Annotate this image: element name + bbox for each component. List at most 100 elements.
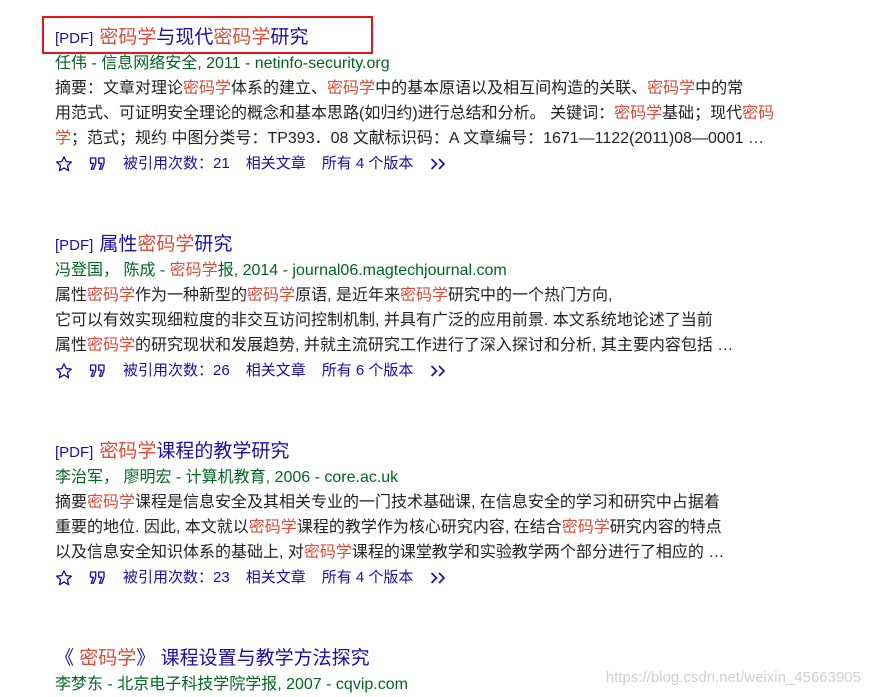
snippet-line: 用范式、可证明安全理论的概念和基本思路(如归约)进行总结和分析。 关键词：密码学… [55,101,855,126]
text-run: 作为一种新型的 [135,287,248,304]
pdf-tag[interactable]: [PDF] [55,444,93,461]
text-run: 属性 [99,234,138,255]
text-run: 研究中的一个热门方向, [447,287,613,304]
title-text[interactable]: 密码学与现代密码学研究 [99,27,308,48]
result-snippet: 摘要：文章对理论密码学体系的建立、密码学中的基本原语以及相互间构造的关联、密码学… [55,76,855,151]
highlight-keyword: 密码学 [137,234,195,255]
highlight-keyword: 密码 [742,105,775,122]
result-actions: 被引用次数：21 相关文章 所有 4 个版本 [55,151,855,177]
text-run: 研究 [194,234,233,255]
search-result: [PDF] 属性密码学研究 冯登国， 陈成 - 密码学报, 2014 - jour… [55,231,855,384]
pdf-tag[interactable]: [PDF] [55,237,93,254]
text-run: 用范式、可证明安全理论的概念和基本思路(如归约)进行总结和分析。 关键词： [55,105,615,122]
text-run: 中的基本原语以及相互间构造的关联、 [375,80,648,97]
cited-by-link[interactable]: 被引用次数：26 [123,358,230,384]
highlight-keyword: 密码学 [213,27,271,48]
star-icon[interactable] [55,362,73,380]
snippet-line: 属性密码学的研究现状和发展趋势, 并就主流研究工作进行了深入探讨和分析, 其主要… [55,333,855,358]
double-chevron-icon[interactable] [429,157,449,171]
text-run: 研究 [270,27,309,48]
text-run: 摘要 [55,494,88,511]
text-run: 摘要：文章对理论 [55,80,184,97]
snippet-line: 摘要：文章对理论密码学体系的建立、密码学中的基本原语以及相互间构造的关联、密码学… [55,76,855,101]
text-run: 原语, 是近年来 [295,287,400,304]
watermark: https://blog.csdn.net/weixin_45663905 [605,669,861,686]
pdf-tag[interactable]: [PDF] [55,30,93,47]
text-run: 重要的地位. 因此, 本文就以 [55,519,249,536]
star-icon[interactable] [55,155,73,173]
text-run: 研究内容的特点 [609,519,722,536]
text-run: 它可以有效实现细粒度的非交互访问控制机制, 并具有广泛的应用前景. 本文系统地论… [55,312,713,329]
snippet-line: 以及信息安全知识体系的基础上, 对密码学课程的课堂教学和实验教学两个部分进行了相… [55,540,855,565]
highlight-keyword: 学 [55,130,72,147]
text-run: ；范式；规约 中图分类号：TP393．08 文献标识码：A 文章编号：1671—… [71,130,764,147]
text-run: 《 [55,648,80,669]
result-title[interactable]: [PDF] 密码学与现代密码学研究 [55,24,855,52]
highlight-keyword: 密码学 [99,27,157,48]
highlight-keyword: 密码学 [399,287,448,304]
related-articles-link[interactable]: 相关文章 [246,565,306,591]
cited-by-link[interactable]: 被引用次数：23 [123,565,230,591]
text-run: 与现代 [156,27,214,48]
title-text[interactable]: 属性密码学研究 [99,234,232,255]
result-actions: 被引用次数：26 相关文章 所有 6 个版本 [55,358,855,384]
snippet-line: 属性密码学作为一种新型的密码学原语, 是近年来密码学研究中的一个热门方向, [55,283,855,308]
title-text[interactable]: 密码学课程的教学研究 [99,441,289,462]
text-run: 任伟 - 信息网络安全, 2011 - netinfo-security.org [55,55,390,72]
snippet-line: 学；范式；规约 中图分类号：TP393．08 文献标识码：A 文章编号：1671… [55,126,855,151]
result-snippet: 摘要密码学课程是信息安全及其相关专业的一门技术基础课, 在信息安全的学习和研究中… [55,490,855,565]
highlight-keyword: 密码学 [303,544,352,561]
highlight-keyword: 密码学 [248,519,297,536]
result-actions: 被引用次数：23 相关文章 所有 4 个版本 [55,565,855,591]
result-snippet: 属性密码学作为一种新型的密码学原语, 是近年来密码学研究中的一个热门方向, 它可… [55,283,855,358]
quote-icon[interactable] [89,156,107,172]
highlight-keyword: 密码学 [87,287,136,304]
highlight-keyword: 密码学 [99,441,157,462]
highlight-keyword: 密码学 [327,80,376,97]
text-run: 报, 2014 - journal06.magtechjournal.com [217,262,507,279]
snippet-line: 摘要密码学课程是信息安全及其相关专业的一门技术基础课, 在信息安全的学习和研究中… [55,490,855,515]
snippet-line: 重要的地位. 因此, 本文就以密码学课程的教学作为核心研究内容, 在结合密码学研… [55,515,855,540]
all-versions-link[interactable]: 所有 6 个版本 [322,358,414,384]
text-run: 中的常 [695,80,744,97]
text-run: 李梦东 - 北京电子科技学院学报, 2007 - cqvip.com [55,676,408,693]
text-run: 体系的建立、 [231,80,328,97]
text-run: 以及信息安全知识体系的基础上, 对 [55,544,304,561]
snippet-line: 它可以有效实现细粒度的非交互访问控制机制, 并具有广泛的应用前景. 本文系统地论… [55,308,855,333]
related-articles-link[interactable]: 相关文章 [246,358,306,384]
text-run: 冯登国， 陈成 - [55,262,170,279]
text-run: 课程的课堂教学和实验教学两个部分进行了相应的 … [351,544,725,561]
text-run: 基础；现代 [662,105,743,122]
highlight-keyword: 密码学 [79,648,137,669]
search-result: [PDF] 密码学课程的教学研究 李治军， 廖明宏 - 计算机教育, 2006 -… [55,438,855,591]
highlight-keyword: 密码学 [87,337,136,354]
highlight-keyword: 密码学 [561,519,610,536]
text-run: 属性 [55,287,88,304]
highlight-keyword: 密码学 [169,262,218,279]
double-chevron-icon[interactable] [429,364,449,378]
double-chevron-icon[interactable] [429,571,449,585]
quote-icon[interactable] [89,363,107,379]
highlight-keyword: 密码学 [87,494,136,511]
text-run: 课程的教学研究 [156,441,290,462]
quote-icon[interactable] [89,570,107,586]
highlight-keyword: 密码学 [183,80,232,97]
result-title[interactable]: [PDF] 密码学课程的教学研究 [55,438,855,466]
text-run: 》 课程设置与教学方法探究 [136,648,370,669]
highlight-keyword: 密码学 [614,105,663,122]
cited-by-link[interactable]: 被引用次数：21 [123,151,230,177]
result-meta: 冯登国， 陈成 - 密码学报, 2014 - journal06.magtech… [55,259,855,283]
all-versions-link[interactable]: 所有 4 个版本 [322,565,414,591]
text-run: 的研究现状和发展趋势, 并就主流研究工作进行了深入探讨和分析, 其主要内容包括 … [135,337,734,354]
title-text[interactable]: 《 密码学》 课程设置与教学方法探究 [55,648,370,669]
text-run: 课程的教学作为核心研究内容, 在结合 [296,519,562,536]
result-meta: 李治军， 廖明宏 - 计算机教育, 2006 - core.ac.uk [55,466,855,490]
text-run: 属性 [55,337,88,354]
result-title[interactable]: [PDF] 属性密码学研究 [55,231,855,259]
all-versions-link[interactable]: 所有 4 个版本 [322,151,414,177]
highlight-keyword: 密码学 [647,80,696,97]
text-run: 李治军， 廖明宏 - 计算机教育, 2006 - core.ac.uk [55,469,399,486]
result-meta: 任伟 - 信息网络安全, 2011 - netinfo-security.org [55,52,855,76]
related-articles-link[interactable]: 相关文章 [246,151,306,177]
star-icon[interactable] [55,569,73,587]
